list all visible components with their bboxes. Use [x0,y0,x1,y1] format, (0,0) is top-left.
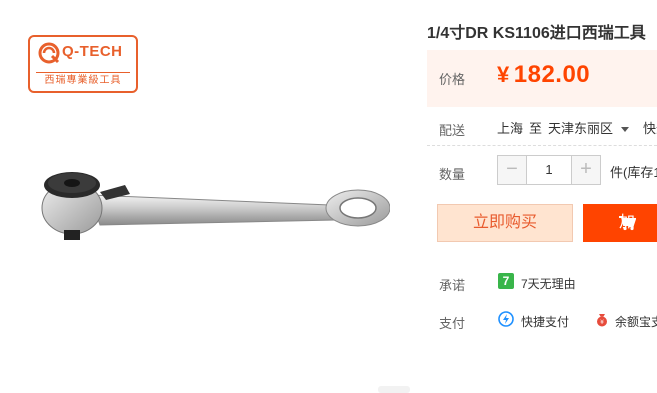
ship-destination[interactable]: 天津东丽区 [548,121,613,136]
yuebao-icon: ¥ [597,314,607,327]
quantity-increase-button[interactable]: + [571,155,601,185]
cart-icon [619,216,636,231]
promise-text[interactable]: 7天无理由 [521,275,576,292]
shipping-label: 配送 [439,123,466,138]
buy-now-button[interactable]: 立即购买 [437,204,573,242]
scroll-hint [378,386,410,393]
ship-to-word: 至 [529,121,543,136]
quantity-label: 数量 [439,167,466,182]
ship-from: 上海 [497,121,524,136]
brand-subtitle: 西瑞專業級工具 [36,72,130,89]
price-amount: 182.00 [513,61,591,88]
ship-method: 快递 [643,121,657,136]
stock-text: 件(库存1 [610,165,657,180]
chevron-down-icon[interactable] [621,127,630,133]
currency-symbol: ¥ [497,62,510,87]
divider [427,145,657,146]
quantity-input[interactable]: 1 [527,155,571,185]
payment-label: 支付 [439,316,466,331]
quantity-decrease-button[interactable]: − [497,155,527,185]
brand-mark-icon [38,42,60,64]
quick-pay-icon [498,311,514,327]
price-label: 价格 [439,72,466,87]
brand-logo: Q-TECH 西瑞專業級工具 [28,35,138,93]
price-panel: 价格 ¥182.00 [427,50,657,107]
price-value: ¥182.00 [497,61,590,89]
promise-label: 承诺 [439,278,466,293]
payment-option-yuebao[interactable]: 余额宝支 [615,313,657,330]
payment-option-quick[interactable]: 快捷支付 [521,313,569,330]
product-title: 1/4寸DR KS1106进口西瑞工具 [427,25,646,42]
brand-name: Q-TECH [62,43,123,60]
ratchet-wrench-image [41,172,390,240]
svg-text:¥: ¥ [600,319,604,326]
seven-day-return-icon: 7 [498,273,514,289]
shipping-info: 上海至天津东丽区 快递 [497,118,657,137]
quantity-stepper: − 1 + [497,155,601,185]
